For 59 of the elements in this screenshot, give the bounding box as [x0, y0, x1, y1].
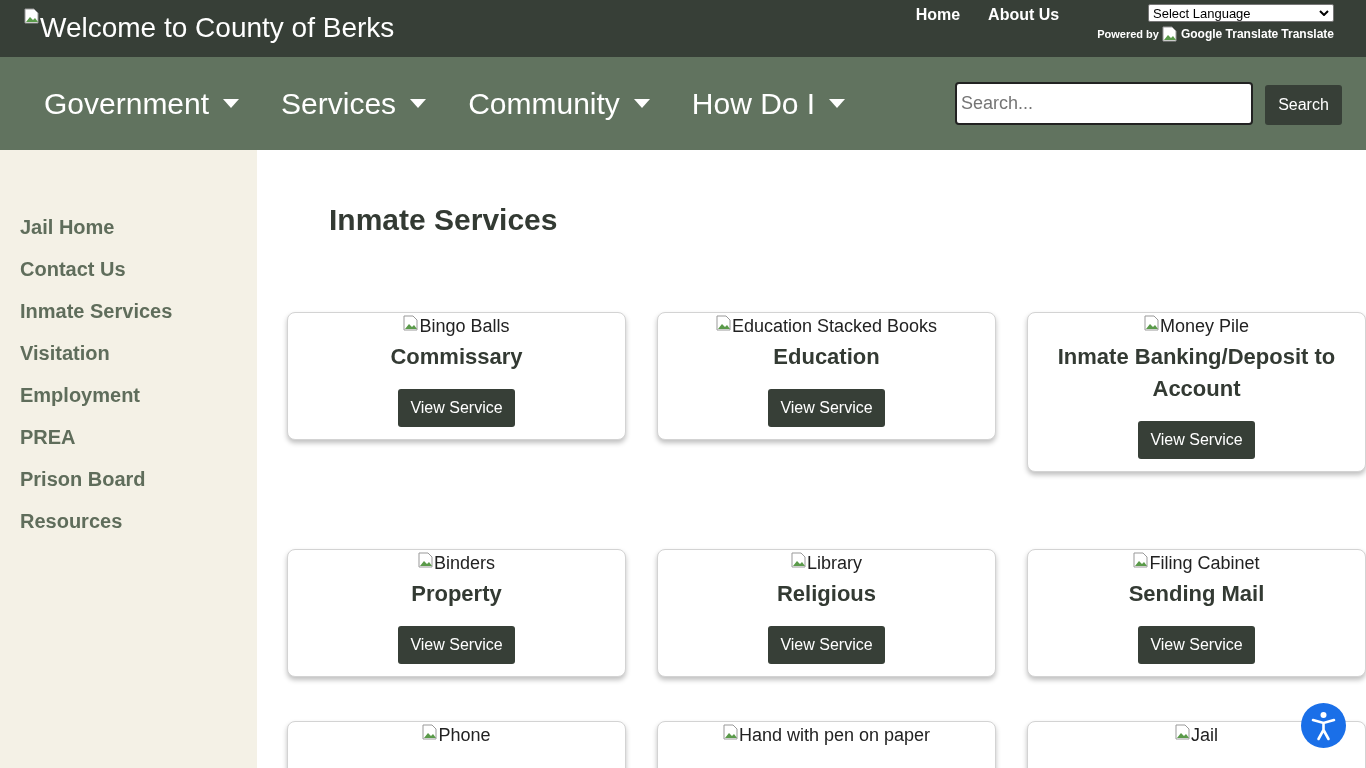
- broken-image-icon: [1133, 552, 1150, 568]
- sidebar-link[interactable]: Resources: [20, 500, 257, 542]
- broken-image-icon: [24, 8, 40, 24]
- view-service-button[interactable]: View Service: [1138, 421, 1255, 459]
- caret-icon: [829, 99, 846, 108]
- sidebar-link[interactable]: PREA: [20, 416, 257, 458]
- language-select[interactable]: Select Language: [1148, 4, 1334, 22]
- site-title[interactable]: Welcome to County of Berks: [40, 8, 395, 48]
- sidebar-link[interactable]: Contact Us: [20, 248, 257, 290]
- accessibility-icon[interactable]: [1301, 703, 1346, 748]
- caret-icon: [633, 99, 650, 108]
- card-title: Inmate Banking/Deposit to Account: [1056, 343, 1337, 403]
- card-title: Education: [773, 343, 880, 371]
- broken-image-icon: [1175, 724, 1191, 740]
- broken-image-icon: [422, 724, 439, 740]
- image-alt-text: Phone: [438, 724, 491, 746]
- caret-icon: [410, 99, 427, 108]
- sidebar-link[interactable]: Jail Home: [20, 206, 257, 248]
- image-alt-text: Jail: [1191, 724, 1218, 746]
- image-alt-text: Bingo Balls: [419, 315, 510, 337]
- sidebar-link[interactable]: Visitation: [20, 332, 257, 374]
- broken-image-icon: [1143, 315, 1160, 331]
- sidebar-link[interactable]: Prison Board: [20, 458, 257, 500]
- image-alt-text: Filing Cabinet: [1149, 552, 1260, 574]
- card-title: Property: [411, 580, 502, 608]
- nav-menu-item[interactable]: Government: [44, 86, 240, 121]
- image-alt-text: Hand with pen on paper: [738, 724, 931, 746]
- sidebar-link[interactable]: Employment: [20, 374, 257, 416]
- powered-by-label: Powered by: [1097, 28, 1159, 40]
- header-link[interactable]: About Us: [988, 6, 1060, 42]
- header-link[interactable]: Home: [915, 6, 961, 42]
- view-service-button[interactable]: View Service: [768, 389, 885, 427]
- image-alt-text: Binders: [434, 552, 495, 574]
- nav-menu-item[interactable]: How Do I: [691, 86, 846, 121]
- view-service-button[interactable]: View Service: [768, 626, 885, 664]
- broken-image-icon: [403, 315, 420, 331]
- view-service-button[interactable]: View Service: [1138, 626, 1255, 664]
- broken-image-icon: [715, 315, 732, 331]
- search-field[interactable]: Search...: [955, 82, 1253, 125]
- translate-label: Translate: [1281, 27, 1334, 41]
- broken-image-icon: [418, 552, 434, 568]
- nav-menu-item[interactable]: Services: [281, 86, 427, 121]
- broken-image-icon: [1161, 26, 1178, 42]
- view-service-button[interactable]: View Service: [398, 626, 515, 664]
- image-alt-text: Library: [807, 552, 862, 574]
- card-title: Sending Mail: [1128, 580, 1265, 608]
- card-title: Religious: [777, 580, 876, 608]
- nav-menu-item[interactable]: Community: [468, 86, 650, 121]
- page-title: Inmate Services: [329, 202, 559, 238]
- card-title: Commissary: [390, 343, 523, 371]
- caret-icon: [223, 99, 240, 108]
- google-translate-label: Google Translate: [1180, 27, 1279, 41]
- sidebar-link[interactable]: Inmate Services: [20, 290, 257, 332]
- broken-image-icon: [722, 724, 739, 740]
- image-alt-text: Education Stacked Books: [731, 315, 938, 337]
- image-alt-text: Money Pile: [1159, 315, 1249, 337]
- search-button[interactable]: Search: [1265, 85, 1342, 125]
- view-service-button[interactable]: View Service: [398, 389, 515, 427]
- broken-image-icon: [791, 552, 807, 568]
